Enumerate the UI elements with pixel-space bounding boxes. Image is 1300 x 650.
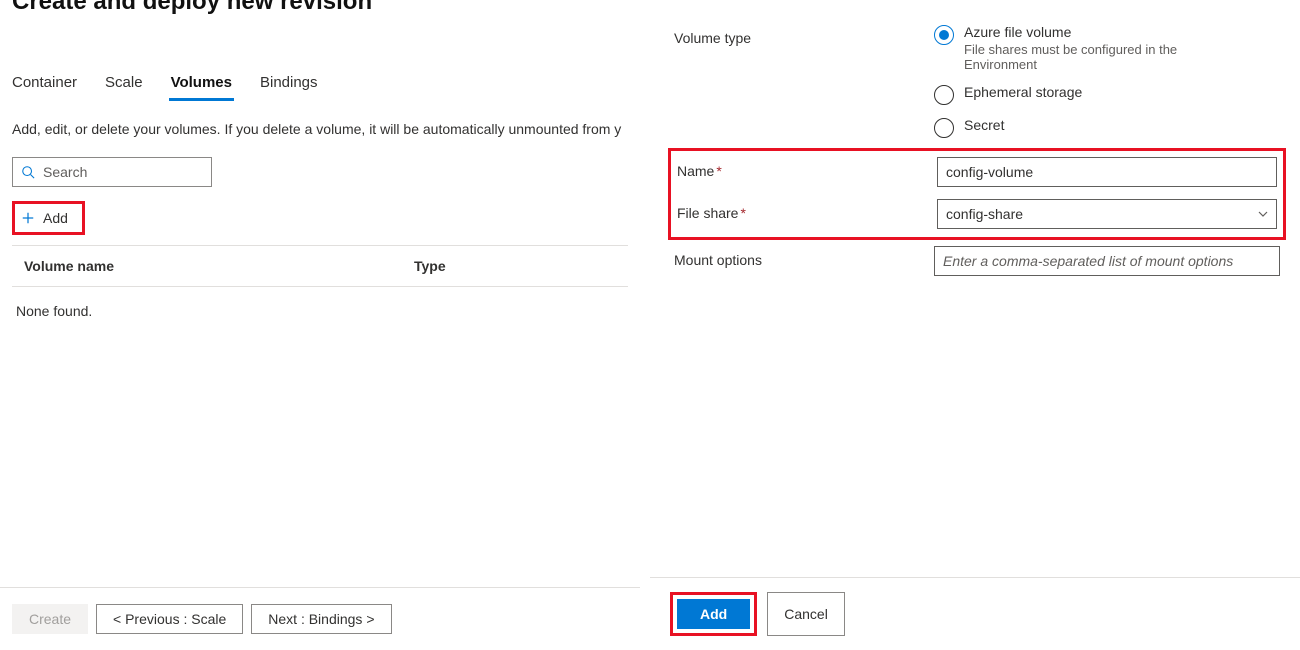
- row-volume-type: Volume type Azure file volume File share…: [674, 24, 1280, 142]
- fileshare-select[interactable]: [937, 199, 1277, 229]
- volumes-table: Volume name Type None found.: [12, 245, 628, 335]
- search-box[interactable]: [12, 157, 212, 187]
- next-button[interactable]: Next : Bindings >: [251, 604, 391, 634]
- radio-ephemeral-label: Ephemeral storage: [964, 84, 1082, 100]
- col-volume-name[interactable]: Volume name: [24, 258, 414, 274]
- mount-options-input[interactable]: [934, 246, 1280, 276]
- side-footer: Add Cancel: [650, 577, 1300, 650]
- tab-volumes[interactable]: Volumes: [171, 74, 232, 101]
- radio-icon: [934, 25, 954, 45]
- previous-button[interactable]: < Previous : Scale: [96, 604, 243, 634]
- radio-azure-label: Azure file volume: [964, 24, 1224, 40]
- create-button: Create: [12, 604, 88, 634]
- radio-icon: [934, 118, 954, 138]
- label-name: Name*: [677, 157, 937, 179]
- page-title: Create and deploy new revision: [12, 0, 628, 20]
- panel-add-button[interactable]: Add: [677, 599, 750, 629]
- label-mount-options: Mount options: [674, 246, 934, 268]
- tabs: Container Scale Volumes Bindings: [12, 74, 628, 101]
- search-icon: [21, 165, 35, 179]
- radio-azure-file[interactable]: Azure file volume File shares must be co…: [934, 24, 1280, 72]
- label-volume-type: Volume type: [674, 24, 934, 46]
- add-volume-highlight: Add: [12, 201, 85, 235]
- add-volume-panel: Volume type Azure file volume File share…: [650, 0, 1300, 650]
- col-type[interactable]: Type: [414, 258, 616, 274]
- add-volume-button[interactable]: Add: [15, 204, 82, 232]
- row-mount-options: Mount options: [674, 246, 1280, 276]
- row-name: Name*: [677, 157, 1277, 187]
- label-fileshare: File share*: [677, 199, 937, 221]
- row-fileshare: File share*: [677, 199, 1277, 229]
- tab-container[interactable]: Container: [12, 74, 77, 101]
- search-input[interactable]: [43, 164, 203, 180]
- name-input[interactable]: [937, 157, 1277, 187]
- add-volume-label: Add: [43, 210, 68, 226]
- radio-secret[interactable]: Secret: [934, 117, 1280, 138]
- volume-type-options: Azure file volume File shares must be co…: [934, 24, 1280, 142]
- panel-cancel-button[interactable]: Cancel: [767, 592, 845, 636]
- name-fileshare-highlight: Name* File share*: [668, 148, 1286, 240]
- add-button-highlight: Add: [670, 592, 757, 636]
- radio-secret-label: Secret: [964, 117, 1004, 133]
- radio-icon: [934, 85, 954, 105]
- volumes-subtext: Add, edit, or delete your volumes. If yo…: [12, 121, 628, 137]
- tab-bindings[interactable]: Bindings: [260, 74, 318, 101]
- main-panel: Create and deploy new revision Container…: [0, 0, 640, 650]
- tab-scale[interactable]: Scale: [105, 74, 143, 101]
- table-header: Volume name Type: [12, 246, 628, 287]
- radio-azure-sub: File shares must be configured in the En…: [964, 42, 1224, 72]
- plus-icon: [21, 211, 35, 225]
- main-footer: Create < Previous : Scale Next : Binding…: [0, 587, 640, 650]
- radio-ephemeral[interactable]: Ephemeral storage: [934, 84, 1280, 105]
- table-empty: None found.: [12, 287, 628, 335]
